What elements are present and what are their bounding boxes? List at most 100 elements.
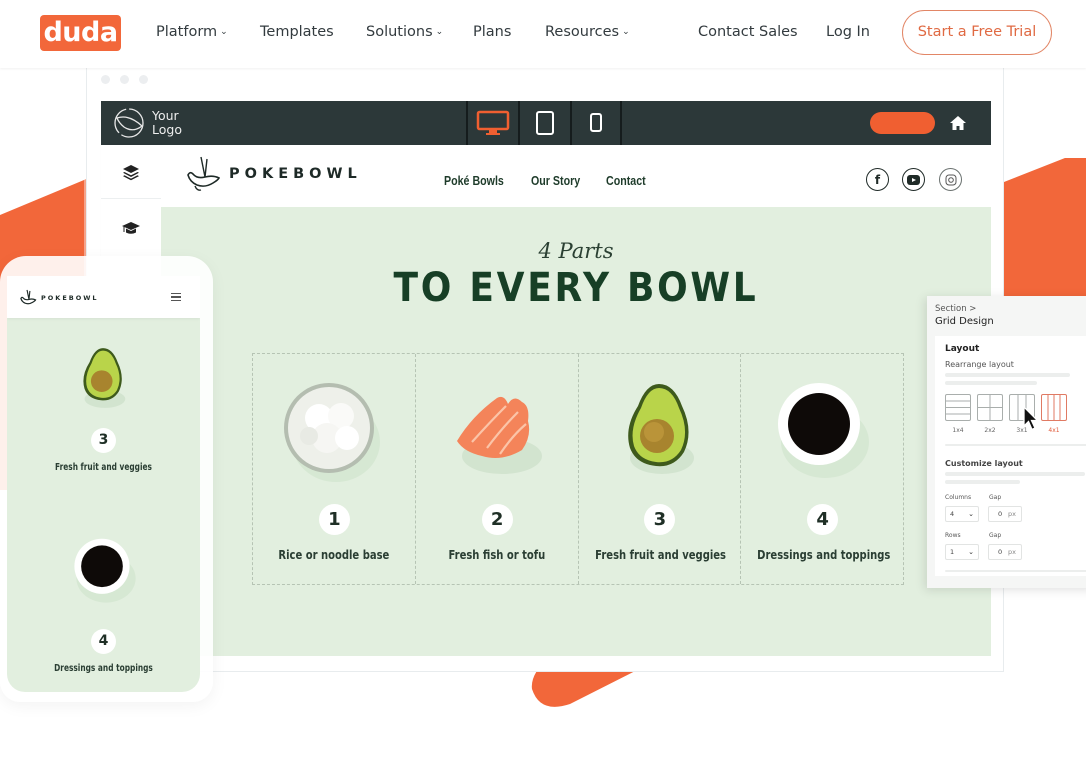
rearrange-label: Rearrange layout bbox=[945, 360, 1014, 369]
part-card[interactable]: 4 Dressings and toppings bbox=[741, 354, 903, 584]
section-subtitle: 4 Parts bbox=[538, 239, 614, 263]
logo-placeholder-icon bbox=[114, 108, 144, 138]
device-desktop-button[interactable] bbox=[466, 101, 518, 145]
parts-grid: 1 Rice or noodle base 2 Fresh fish or to… bbox=[252, 353, 904, 585]
panel-breadcrumb[interactable]: Section > bbox=[935, 304, 976, 314]
part-label: Dressings and toppings bbox=[757, 547, 891, 562]
nav-platform[interactable]: Platform ⌄ bbox=[156, 24, 228, 40]
site-nav-our-story[interactable]: Our Story bbox=[531, 173, 580, 188]
nav-solutions[interactable]: Solutions ⌄ bbox=[366, 24, 443, 40]
logo-placeholder[interactable]: Your Logo bbox=[113, 107, 182, 139]
mouse-cursor-icon bbox=[1023, 406, 1040, 431]
layout-option-4x1[interactable] bbox=[1041, 394, 1067, 421]
home-button[interactable] bbox=[948, 113, 968, 133]
layout-card: Layout Rearrange layout 1x4 2x2 3x1 4x1 … bbox=[935, 336, 1086, 576]
layout-option-label: 2x2 bbox=[984, 427, 996, 434]
hamburger-menu-icon[interactable] bbox=[171, 293, 181, 303]
orange-shape-right bbox=[990, 158, 1086, 298]
desktop-icon bbox=[476, 110, 510, 135]
avocado-image bbox=[83, 348, 126, 408]
academy-button[interactable] bbox=[101, 201, 161, 255]
device-tablet-button[interactable] bbox=[518, 101, 570, 145]
placeholder-line bbox=[945, 373, 1070, 377]
columns-label: Columns bbox=[945, 494, 972, 501]
row-gap-label: Gap bbox=[989, 532, 1002, 539]
soy-sauce-image bbox=[74, 538, 136, 603]
instagram-link[interactable] bbox=[939, 168, 962, 191]
layers-icon bbox=[123, 164, 139, 180]
tablet-icon bbox=[536, 111, 554, 135]
site-nav-poke-bowls[interactable]: Poké Bowls bbox=[444, 173, 504, 188]
rice-bowl-image bbox=[283, 383, 380, 482]
layout-rows-icon bbox=[946, 400, 970, 415]
window-dots bbox=[101, 75, 148, 84]
site-header: POKEBOWL Poké Bowls Our Story Contact f bbox=[161, 145, 991, 207]
layout-option-label: 1x4 bbox=[952, 427, 964, 434]
salmon-image bbox=[456, 396, 542, 474]
nav-contact-sales[interactable]: Contact Sales bbox=[698, 24, 798, 40]
panel-title: Grid Design bbox=[935, 316, 994, 327]
mobile-pokebowl-logo[interactable]: POKEBOWL bbox=[19, 289, 99, 307]
mobile-screen: POKEBOWL 3 Fresh fruit and veggies 4 Dre… bbox=[7, 276, 200, 692]
youtube-icon bbox=[907, 174, 920, 185]
home-icon bbox=[950, 116, 966, 130]
graduation-cap-icon bbox=[122, 222, 140, 234]
window-dot bbox=[139, 75, 148, 84]
avocado-image bbox=[628, 384, 695, 474]
customize-heading: Customize layout bbox=[945, 459, 1023, 468]
nav-plans[interactable]: Plans bbox=[473, 24, 511, 40]
part-number: 3 bbox=[644, 504, 676, 535]
section-canvas: 4 Parts TO EVERY BOWL 1 Rice or noodle b… bbox=[161, 207, 991, 656]
mobile-preview: POKEBOWL 3 Fresh fruit and veggies 4 Dre… bbox=[0, 256, 213, 702]
part-card[interactable]: 1 Rice or noodle base bbox=[253, 354, 416, 584]
window-dot bbox=[101, 75, 110, 84]
layout-option-1x4[interactable] bbox=[945, 394, 971, 421]
section-title: TO EVERY BOWL bbox=[393, 265, 759, 311]
part-number: 2 bbox=[481, 504, 513, 535]
column-gap-label: Gap bbox=[989, 494, 1002, 501]
nav-login[interactable]: Log In bbox=[826, 24, 870, 40]
column-gap-input[interactable]: 0 px bbox=[988, 506, 1022, 522]
part-card[interactable]: 2 Fresh fish or tofu bbox=[416, 354, 579, 584]
part-label: Fresh fruit and veggies bbox=[55, 462, 152, 473]
part-label: Dressings and toppings bbox=[54, 663, 153, 674]
start-free-trial-button[interactable]: Start a Free Trial bbox=[902, 10, 1052, 55]
duda-logo[interactable]: duda bbox=[40, 15, 121, 51]
top-navigation: duda Platform ⌄ Templates Solutions ⌄ Plan… bbox=[0, 0, 1086, 68]
facebook-icon: f bbox=[874, 172, 881, 187]
layers-button[interactable] bbox=[101, 145, 161, 199]
placeholder-line bbox=[945, 480, 1020, 484]
nav-templates[interactable]: Templates bbox=[260, 24, 334, 40]
chevron-down-icon: ⌄ bbox=[622, 27, 630, 37]
layout-four-columns-icon bbox=[1047, 395, 1061, 420]
fish-bowl-logo-icon bbox=[20, 289, 37, 305]
part-label: Fresh fish or tofu bbox=[448, 547, 546, 562]
columns-select[interactable]: 4 ⌄ bbox=[945, 506, 979, 522]
nav-resources[interactable]: Resources ⌄ bbox=[545, 24, 630, 40]
row-gap-input[interactable]: 0 px bbox=[988, 544, 1022, 560]
device-mobile-button[interactable] bbox=[570, 101, 622, 145]
part-card[interactable]: 3 Fresh fruit and veggies bbox=[579, 354, 742, 584]
layout-quad-icon bbox=[978, 395, 1002, 420]
mobile-site-header: POKEBOWL bbox=[7, 276, 200, 318]
rows-select[interactable]: 1 ⌄ bbox=[945, 544, 979, 560]
part-number: 3 bbox=[91, 428, 116, 453]
part-number: 1 bbox=[318, 504, 350, 535]
facebook-link[interactable]: f bbox=[866, 168, 889, 191]
divider bbox=[945, 444, 1086, 446]
chevron-down-icon: ⌄ bbox=[220, 27, 228, 37]
youtube-link[interactable] bbox=[902, 168, 925, 191]
site-nav-contact[interactable]: Contact bbox=[606, 173, 646, 188]
layout-option-2x2[interactable] bbox=[977, 394, 1003, 421]
grid-design-panel: Section > Grid Design Layout Rearrange l… bbox=[927, 296, 1086, 588]
chevron-down-icon: ⌄ bbox=[968, 548, 974, 556]
layout-heading: Layout bbox=[945, 344, 980, 354]
layout-option-label: 4x1 bbox=[1048, 427, 1060, 434]
publish-button[interactable] bbox=[870, 112, 935, 134]
pokebowl-logo[interactable]: POKEBOWL bbox=[185, 155, 362, 193]
editor-side-rail bbox=[101, 145, 161, 257]
placeholder-line bbox=[945, 472, 1085, 476]
part-number: 4 bbox=[91, 629, 116, 654]
part-number: 4 bbox=[807, 504, 839, 535]
divider bbox=[945, 570, 1086, 572]
